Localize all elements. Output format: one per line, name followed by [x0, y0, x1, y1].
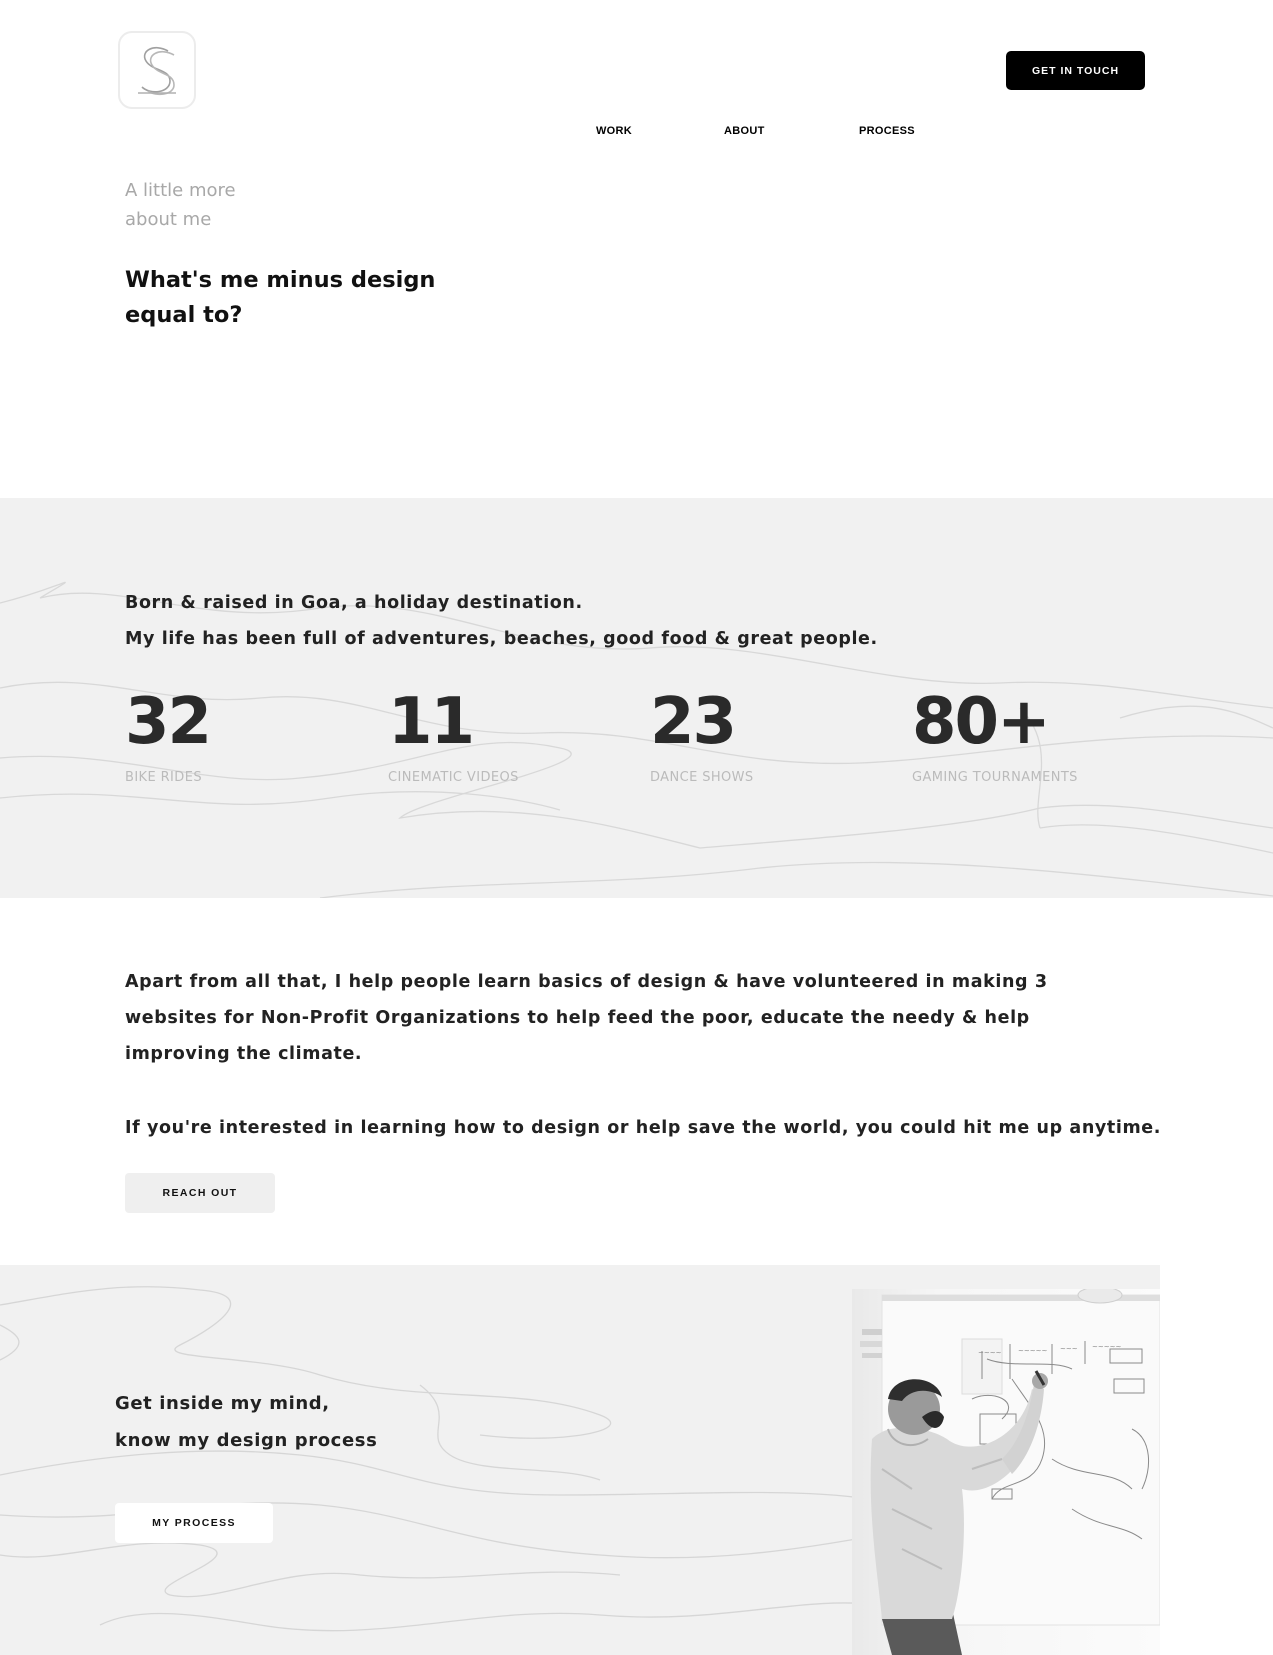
reach-out-button[interactable]: REACH OUT: [125, 1173, 275, 1213]
my-process-button[interactable]: MY PROCESS: [115, 1503, 273, 1543]
logo-s-icon: [138, 46, 176, 96]
process-line1: Get inside my mind,: [115, 1393, 330, 1414]
stat-label: GAMING TOURNAMENTS: [912, 770, 1078, 785]
whiteboard-photo: ~~~~ ~~~~~ ~~~ ~~~~~: [852, 1289, 1160, 1655]
stat-label: DANCE SHOWS: [650, 770, 754, 785]
nav-work-link[interactable]: WORK: [596, 125, 632, 137]
invite-paragraph: If you're interested in learning how to …: [125, 1118, 1162, 1138]
page-title-line2: equal to?: [125, 302, 243, 328]
stat-dance-shows: 23 DANCE SHOWS: [650, 682, 754, 785]
site-header: WORK ABOUT PROCESS GET IN TOUCH: [0, 0, 1273, 140]
bio-text: Born & raised in Goa, a holiday destinat…: [125, 585, 878, 657]
process-invite-text: Get inside my mind, know my design proce…: [115, 1385, 377, 1459]
bio-line1: Born & raised in Goa, a holiday destinat…: [125, 593, 583, 613]
bio-line2: My life has been full of adventures, bea…: [125, 629, 878, 649]
stat-gaming-tournaments: 80+ GAMING TOURNAMENTS: [912, 682, 1078, 785]
intro-kicker-line1: A little more: [125, 180, 236, 201]
nav-about-link[interactable]: ABOUT: [724, 125, 765, 137]
stat-label: BIKE RIDES: [125, 770, 202, 785]
page-title-line1: What's me minus design: [125, 267, 436, 293]
person-at-whiteboard-illustration: ~~~~ ~~~~~ ~~~ ~~~~~: [860, 1289, 1160, 1655]
stat-value: 80+: [912, 685, 1051, 759]
scribble-text: ~~~~~: [1018, 1347, 1047, 1355]
intro-kicker-line2: about me: [125, 209, 212, 230]
nav-process-link[interactable]: PROCESS: [859, 125, 915, 137]
page-title: What's me minus design equal to?: [125, 263, 445, 333]
stat-bike-rides: 32 BIKE RIDES: [125, 682, 212, 785]
stat-value: 23: [650, 685, 737, 759]
stat-value: 11: [388, 685, 475, 759]
volunteer-paragraph: Apart from all that, I help people learn…: [125, 972, 1048, 1064]
stat-value: 32: [125, 685, 212, 759]
scribble-text: ~~~~~: [1092, 1343, 1121, 1351]
get-in-touch-button[interactable]: GET IN TOUCH: [1006, 51, 1145, 90]
scribble-text: ~~~~: [978, 1349, 1002, 1357]
intro-kicker: A little more about me: [125, 176, 325, 234]
stat-label: CINEMATIC VIDEOS: [388, 770, 519, 785]
scribble-text: ~~~: [1060, 1345, 1078, 1353]
logo[interactable]: [118, 31, 196, 109]
stat-cinematic-videos: 11 CINEMATIC VIDEOS: [388, 682, 519, 785]
process-line2: know my design process: [115, 1430, 378, 1451]
